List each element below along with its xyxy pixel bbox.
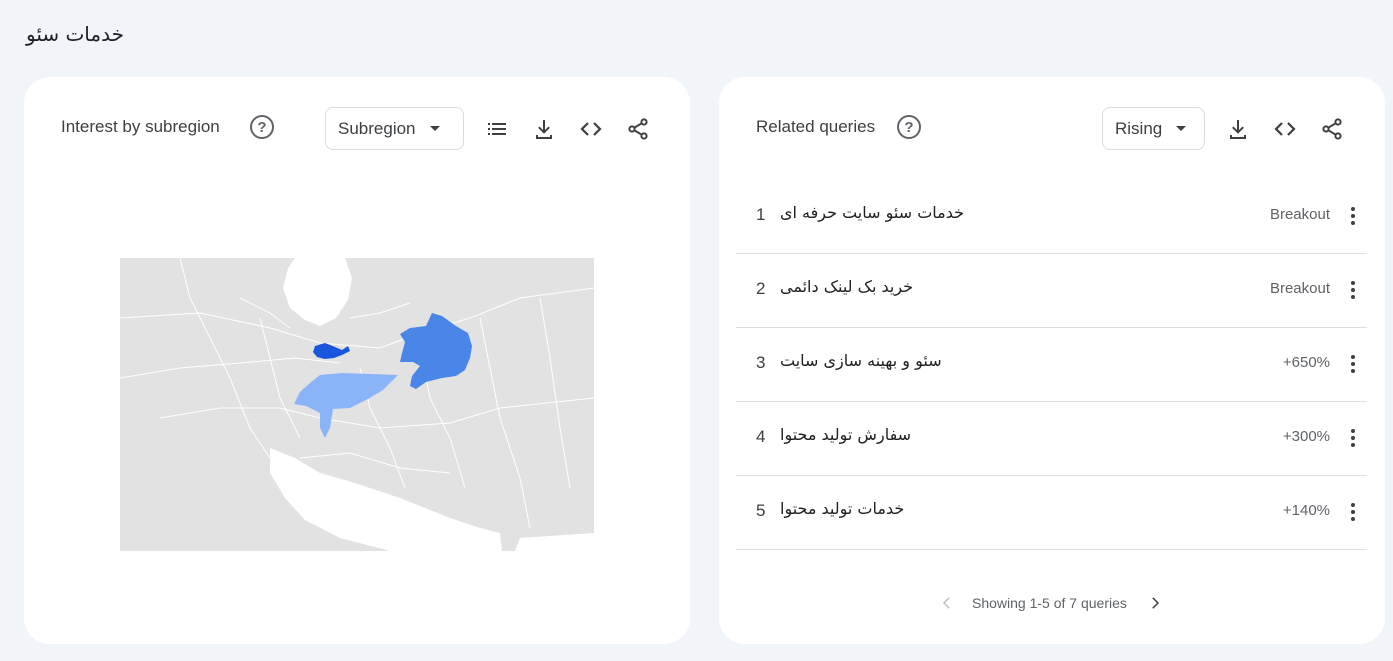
related-queries-card: Related queries ? Rising 1 خدمات سئو سای… bbox=[719, 77, 1385, 644]
interest-by-subregion-card: Interest by subregion ? Subregion bbox=[24, 77, 690, 644]
subregion-dropdown[interactable]: Subregion bbox=[325, 107, 464, 150]
chevron-right-icon[interactable] bbox=[1145, 593, 1165, 613]
subregion-map[interactable] bbox=[120, 258, 594, 551]
query-rank: 1 bbox=[756, 205, 766, 224]
query-rank: 3 bbox=[756, 353, 766, 372]
list-icon[interactable] bbox=[484, 116, 510, 142]
query-text[interactable]: خدمات تولید محتوا bbox=[780, 499, 904, 518]
query-text[interactable]: سفارش تولید محتوا bbox=[780, 425, 911, 444]
list-item[interactable]: 2 خرید بک لینک دائمی Breakout bbox=[736, 254, 1367, 328]
dropdown-value: Rising bbox=[1115, 118, 1163, 138]
chevron-left-icon[interactable] bbox=[937, 593, 957, 613]
list-item[interactable]: 1 خدمات سئو سایت حرفه ای Breakout bbox=[736, 180, 1367, 254]
query-value: +140% bbox=[1282, 502, 1330, 519]
chevron-down-icon bbox=[1176, 126, 1187, 131]
query-rank: 5 bbox=[756, 501, 766, 520]
query-text[interactable]: سئو و بهینه سازی سایت bbox=[780, 351, 942, 370]
pagination-text: Showing 1-5 of 7 queries bbox=[972, 595, 1127, 611]
share-icon[interactable] bbox=[625, 116, 651, 142]
list-item[interactable]: 4 سفارش تولید محتوا +300% bbox=[736, 402, 1367, 476]
chevron-down-icon bbox=[429, 126, 440, 131]
page-title: خدمات سئو bbox=[26, 22, 124, 46]
query-value: +650% bbox=[1282, 354, 1330, 371]
rising-dropdown[interactable]: Rising bbox=[1102, 107, 1205, 150]
pagination: Showing 1-5 of 7 queries bbox=[719, 585, 1385, 619]
more-vert-icon[interactable] bbox=[1343, 424, 1363, 452]
query-value: Breakout bbox=[1269, 206, 1330, 223]
help-circle-icon[interactable]: ? bbox=[250, 115, 274, 139]
more-vert-icon[interactable] bbox=[1343, 276, 1363, 304]
dropdown-value: Subregion bbox=[338, 118, 416, 138]
more-vert-icon[interactable] bbox=[1343, 202, 1363, 230]
query-value: Breakout bbox=[1269, 280, 1330, 297]
query-text[interactable]: خدمات سئو سایت حرفه ای bbox=[780, 203, 964, 222]
more-vert-icon[interactable] bbox=[1343, 350, 1363, 378]
download-icon[interactable] bbox=[531, 116, 557, 142]
query-text[interactable]: خرید بک لینک دائمی bbox=[780, 277, 913, 296]
query-rank: 2 bbox=[756, 279, 766, 298]
card-title: Interest by subregion bbox=[61, 117, 220, 136]
card-header: Interest by subregion ? Subregion bbox=[24, 107, 690, 151]
query-list: 1 خدمات سئو سایت حرفه ای Breakout 2 خرید… bbox=[736, 180, 1367, 550]
query-rank: 4 bbox=[756, 427, 766, 446]
more-vert-icon[interactable] bbox=[1343, 498, 1363, 526]
embed-icon[interactable] bbox=[1272, 116, 1298, 142]
list-item[interactable]: 3 سئو و بهینه سازی سایت +650% bbox=[736, 328, 1367, 402]
list-item[interactable]: 5 خدمات تولید محتوا +140% bbox=[736, 476, 1367, 550]
help-circle-icon[interactable]: ? bbox=[897, 115, 921, 139]
embed-icon[interactable] bbox=[578, 116, 604, 142]
download-icon[interactable] bbox=[1225, 116, 1251, 142]
card-header: Related queries ? Rising bbox=[719, 107, 1385, 151]
card-title: Related queries bbox=[756, 117, 876, 136]
query-value: +300% bbox=[1282, 428, 1330, 445]
share-icon[interactable] bbox=[1319, 116, 1345, 142]
